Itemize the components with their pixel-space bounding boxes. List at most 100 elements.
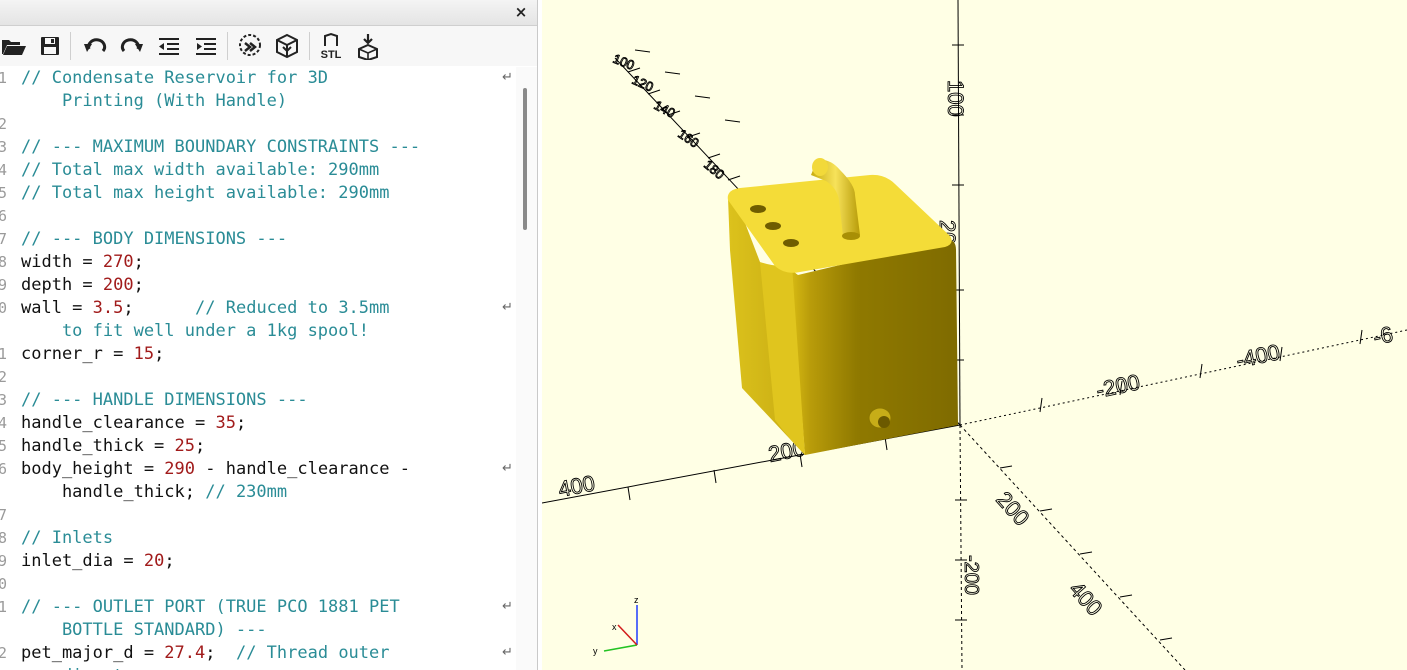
word-wrap-icon: ↵ <box>502 599 513 614</box>
line-number: 2 <box>0 366 10 389</box>
code-line[interactable]: // Inlets <box>21 527 113 550</box>
code-text: handle_thick = <box>21 436 175 456</box>
export-stl-icon: STL <box>321 32 342 60</box>
redo-button[interactable] <box>118 32 146 60</box>
line-number <box>0 481 10 504</box>
line-number: 2 <box>0 113 10 136</box>
editor-titlebar: × <box>0 0 537 26</box>
code-text: body_height = <box>21 459 165 479</box>
line-number: 8 <box>0 251 10 274</box>
code-line[interactable]: handle_thick = 25; <box>21 435 205 458</box>
toolbar-separator <box>70 32 71 60</box>
line-number <box>0 320 10 343</box>
toolbar-separator <box>227 32 228 60</box>
z-axis-negative <box>959 424 963 670</box>
code-line[interactable]: // --- MAXIMUM BOUNDARY CONSTRAINTS --- <box>21 136 420 159</box>
line-number: 3 <box>0 136 10 159</box>
code-comment: // Thread outer <box>235 643 390 663</box>
preview-button[interactable] <box>236 32 264 60</box>
y-near-label-400: 400 <box>1064 577 1107 621</box>
code-line[interactable]: // --- HANDLE DIMENSIONS --- <box>21 389 308 412</box>
line-number: 1 <box>0 596 10 619</box>
code-text: corner_r = <box>21 344 134 364</box>
open-file-button[interactable] <box>0 32 28 60</box>
far-label-120: 120 <box>630 72 656 95</box>
scene-canvas[interactable]: 200 400 -200 -400 -6 100 200 -200 200 40… <box>542 0 1407 670</box>
unindent-button[interactable] <box>155 32 183 60</box>
code-line[interactable]: // Condensate Reservoir for 3D <box>21 67 328 90</box>
code-line[interactable]: to fit well under a 1kg spool! <box>21 320 369 343</box>
code-text: wall = <box>21 298 93 318</box>
code-text: handle_thick; <box>21 482 206 502</box>
3d-viewport[interactable]: 200 400 -200 -400 -6 100 200 -200 200 40… <box>542 0 1407 670</box>
code-line[interactable]: Printing (With Handle) <box>21 90 287 113</box>
reservoir-model[interactable] <box>727 158 958 455</box>
z-axis-positive <box>957 0 961 426</box>
line-number: 9 <box>0 274 10 297</box>
handle-base <box>842 232 860 240</box>
render-button[interactable] <box>273 32 301 60</box>
code-line[interactable]: pet_major_d = 27.4; // Thread outer <box>21 642 390 665</box>
code-comment: // Condensate Reservoir for 3D <box>21 68 329 88</box>
stl-label: STL <box>321 49 342 60</box>
code-line[interactable]: width = 270; <box>21 251 144 274</box>
code-comment: // Inlets <box>21 528 114 548</box>
code-comment: // Total max width available: 290mm <box>21 160 380 180</box>
code-editor[interactable]: // Condensate Reservoir for 3D 1 ↵ Printin… <box>0 67 516 670</box>
code-line[interactable]: inlet_dia = 20; <box>21 550 175 573</box>
code-line[interactable]: BOTTLE STANDARD) --- <box>21 619 267 642</box>
code-text: pet_major_d = <box>21 643 165 663</box>
close-editor-button[interactable]: × <box>513 3 529 21</box>
code-text: ; <box>164 551 175 571</box>
indent-button[interactable] <box>192 32 220 60</box>
y-near-label-200: 200 <box>991 487 1034 531</box>
z-label-100: 100 <box>943 80 968 117</box>
code-text: width = <box>21 252 103 272</box>
word-wrap-icon: ↵ <box>502 70 513 85</box>
line-number: 9 <box>0 550 10 573</box>
line-number: 5 <box>0 182 10 205</box>
code-number: 25 <box>174 436 196 456</box>
line-number: 4 <box>0 412 10 435</box>
code-number: 20 <box>143 551 165 571</box>
code-line[interactable]: handle_thick; // 230mm <box>21 481 287 504</box>
save-button[interactable] <box>36 32 64 60</box>
code-text: - handle_clearance - <box>195 459 410 479</box>
code-comment: diameter <box>21 666 144 670</box>
line-number: 1 <box>0 343 10 366</box>
code-number: 200 <box>102 275 134 295</box>
code-line[interactable]: depth = 200; <box>21 274 144 297</box>
x-axis-negative <box>959 329 1407 426</box>
unindent-icon <box>159 38 179 55</box>
code-text: ; <box>154 344 165 364</box>
far-label-160: 160 <box>675 126 701 151</box>
editor-pane: × STL // Condensate Reservoir for 3D ↵ P… <box>0 0 538 670</box>
code-text: ; <box>133 275 144 295</box>
code-line[interactable]: diameter <box>21 665 144 670</box>
code-line[interactable]: body_height = 290 - handle_clearance - <box>21 458 410 481</box>
code-line[interactable]: // Total max width available: 290mm <box>21 159 379 182</box>
line-number: 3 <box>0 389 10 412</box>
code-number: 290 <box>164 459 196 479</box>
word-wrap-icon: ↵ <box>502 300 513 315</box>
line-number: 7 <box>0 228 10 251</box>
toolbar-separator <box>309 32 310 60</box>
editor-toolbar: STL <box>0 26 537 66</box>
line-number: 5 <box>0 435 10 458</box>
y-label-400: 400 <box>556 470 597 502</box>
code-comment: // --- OUTLET PORT (TRUE PCO 1881 PET <box>21 597 400 617</box>
line-number: 6 <box>0 205 10 228</box>
code-line[interactable]: corner_r = 15; <box>21 343 164 366</box>
send-to-print-button[interactable] <box>354 32 382 60</box>
code-comment: Printing (With Handle) <box>21 91 288 111</box>
code-text: ; <box>205 643 236 663</box>
export-stl-button[interactable]: STL <box>317 32 345 60</box>
code-line[interactable]: // --- BODY DIMENSIONS --- <box>21 228 287 251</box>
render-icon <box>276 33 298 59</box>
code-line[interactable]: handle_clearance = 35; <box>21 412 246 435</box>
code-line[interactable]: // --- OUTLET PORT (TRUE PCO 1881 PET <box>21 596 400 619</box>
code-line[interactable]: // Total max height available: 290mm <box>21 182 389 205</box>
undo-button[interactable] <box>81 32 109 60</box>
editor-scrollbar-thumb[interactable] <box>523 88 527 230</box>
code-line[interactable]: wall = 3.5; // Reduced to 3.5mm <box>21 297 390 320</box>
